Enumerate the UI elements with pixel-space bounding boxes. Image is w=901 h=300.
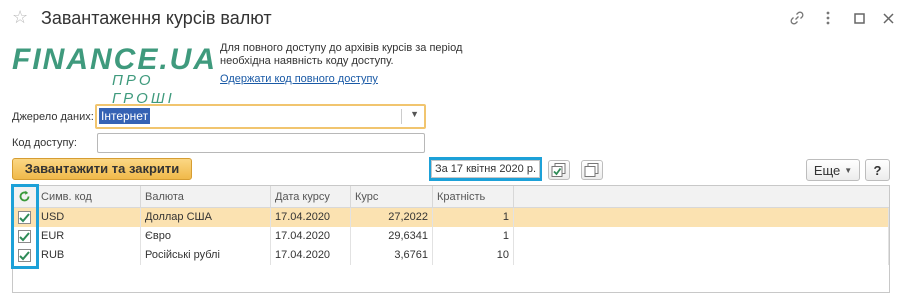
more-menu-label: Еще bbox=[813, 162, 841, 178]
cell-code: EUR bbox=[37, 227, 141, 246]
cell-date: 17.04.2020 bbox=[271, 227, 351, 246]
cell-rate: 27,2022 bbox=[351, 208, 433, 227]
data-source-label: Джерело даних: bbox=[12, 111, 94, 123]
check-all-button[interactable] bbox=[548, 160, 570, 180]
cell-rate: 29,6341 bbox=[351, 227, 433, 246]
select-divider bbox=[401, 109, 402, 124]
checkmark-icon bbox=[19, 212, 30, 222]
column-header-currency[interactable]: Валюта bbox=[141, 186, 271, 208]
checkmark-icon bbox=[19, 250, 30, 260]
cell-currency: Євро bbox=[141, 227, 271, 246]
access-code-input[interactable] bbox=[97, 133, 425, 153]
cell-rate: 3,6761 bbox=[351, 246, 433, 265]
row-checkbox-cell[interactable] bbox=[13, 227, 37, 246]
close-icon[interactable] bbox=[878, 8, 898, 28]
cell-currency: Російські рублі bbox=[141, 246, 271, 265]
help-button[interactable]: ? bbox=[865, 159, 890, 181]
cell-code: USD bbox=[37, 208, 141, 227]
date-button-highlight[interactable]: За 17 квітня 2020 р. bbox=[429, 157, 542, 181]
cell-date: 17.04.2020 bbox=[271, 246, 351, 265]
data-source-select[interactable]: Інтернет ▼ bbox=[95, 104, 426, 129]
refresh-icon bbox=[19, 190, 30, 202]
more-menu-button[interactable]: Еще ▼ bbox=[806, 159, 860, 181]
column-header-multiplicity[interactable]: Кратність bbox=[433, 186, 514, 208]
maximize-icon[interactable] bbox=[849, 8, 869, 28]
cell-currency: Доллар США bbox=[141, 208, 271, 227]
window-title: Завантаження курсів валют bbox=[41, 8, 272, 28]
table-header: Симв. код Валюта Дата курсу Курс Кратніс… bbox=[13, 186, 889, 208]
link-icon[interactable] bbox=[787, 8, 807, 28]
refresh-column-header[interactable] bbox=[13, 186, 37, 208]
uncheck-all-button[interactable] bbox=[581, 160, 603, 180]
row-checkbox-cell[interactable] bbox=[13, 208, 37, 227]
check-all-icon bbox=[551, 163, 566, 177]
access-code-label: Код доступу: bbox=[12, 137, 77, 149]
more-vertical-icon[interactable] bbox=[818, 8, 838, 28]
checkmark-icon bbox=[19, 231, 30, 241]
finance-ua-logo: FINANCE.UA ПРО ГРОШІ bbox=[12, 44, 215, 108]
table-row[interactable]: RUB Російські рублі 17.04.2020 3,6761 10 bbox=[13, 246, 889, 265]
star-icon[interactable]: ☆ bbox=[12, 7, 28, 27]
date-button[interactable]: За 17 квітня 2020 р. bbox=[430, 160, 541, 178]
row-checkbox[interactable] bbox=[18, 230, 31, 243]
table-row[interactable]: USD Доллар США 17.04.2020 27,2022 1 bbox=[13, 208, 889, 227]
cell-empty bbox=[514, 227, 889, 246]
cell-code: RUB bbox=[37, 246, 141, 265]
column-header-rate[interactable]: Курс bbox=[351, 186, 433, 208]
table-row[interactable]: EUR Євро 17.04.2020 29,6341 1 bbox=[13, 227, 889, 246]
row-checkbox[interactable] bbox=[18, 211, 31, 224]
cell-multiplicity: 1 bbox=[433, 227, 514, 246]
logo-sub-text: ПРО ГРОШІ bbox=[112, 72, 175, 107]
caret-down-icon: ▼ bbox=[844, 165, 853, 175]
currency-table[interactable]: Симв. код Валюта Дата курсу Курс Кратніс… bbox=[12, 185, 890, 293]
column-header-code[interactable]: Симв. код bbox=[37, 186, 141, 208]
get-access-code-link[interactable]: Одержати код повного доступу bbox=[220, 73, 378, 85]
data-source-value: Інтернет bbox=[99, 108, 151, 124]
cell-multiplicity: 10 bbox=[433, 246, 514, 265]
cell-empty bbox=[514, 208, 889, 227]
row-checkbox[interactable] bbox=[18, 249, 31, 262]
title-bar: ☆ Завантаження курсів валют bbox=[0, 0, 901, 36]
column-header-date[interactable]: Дата курсу bbox=[271, 186, 351, 208]
cell-multiplicity: 1 bbox=[433, 208, 514, 227]
cell-date: 17.04.2020 bbox=[271, 208, 351, 227]
column-header-empty bbox=[514, 186, 889, 208]
load-and-close-button[interactable]: Завантажити та закрити bbox=[12, 158, 192, 180]
row-checkbox-cell[interactable] bbox=[13, 246, 37, 265]
uncheck-all-icon bbox=[584, 163, 599, 177]
cell-empty bbox=[514, 246, 889, 265]
chevron-down-icon[interactable]: ▼ bbox=[410, 109, 419, 119]
access-info-text: Для повного доступу до архівів курсів за… bbox=[220, 42, 463, 67]
